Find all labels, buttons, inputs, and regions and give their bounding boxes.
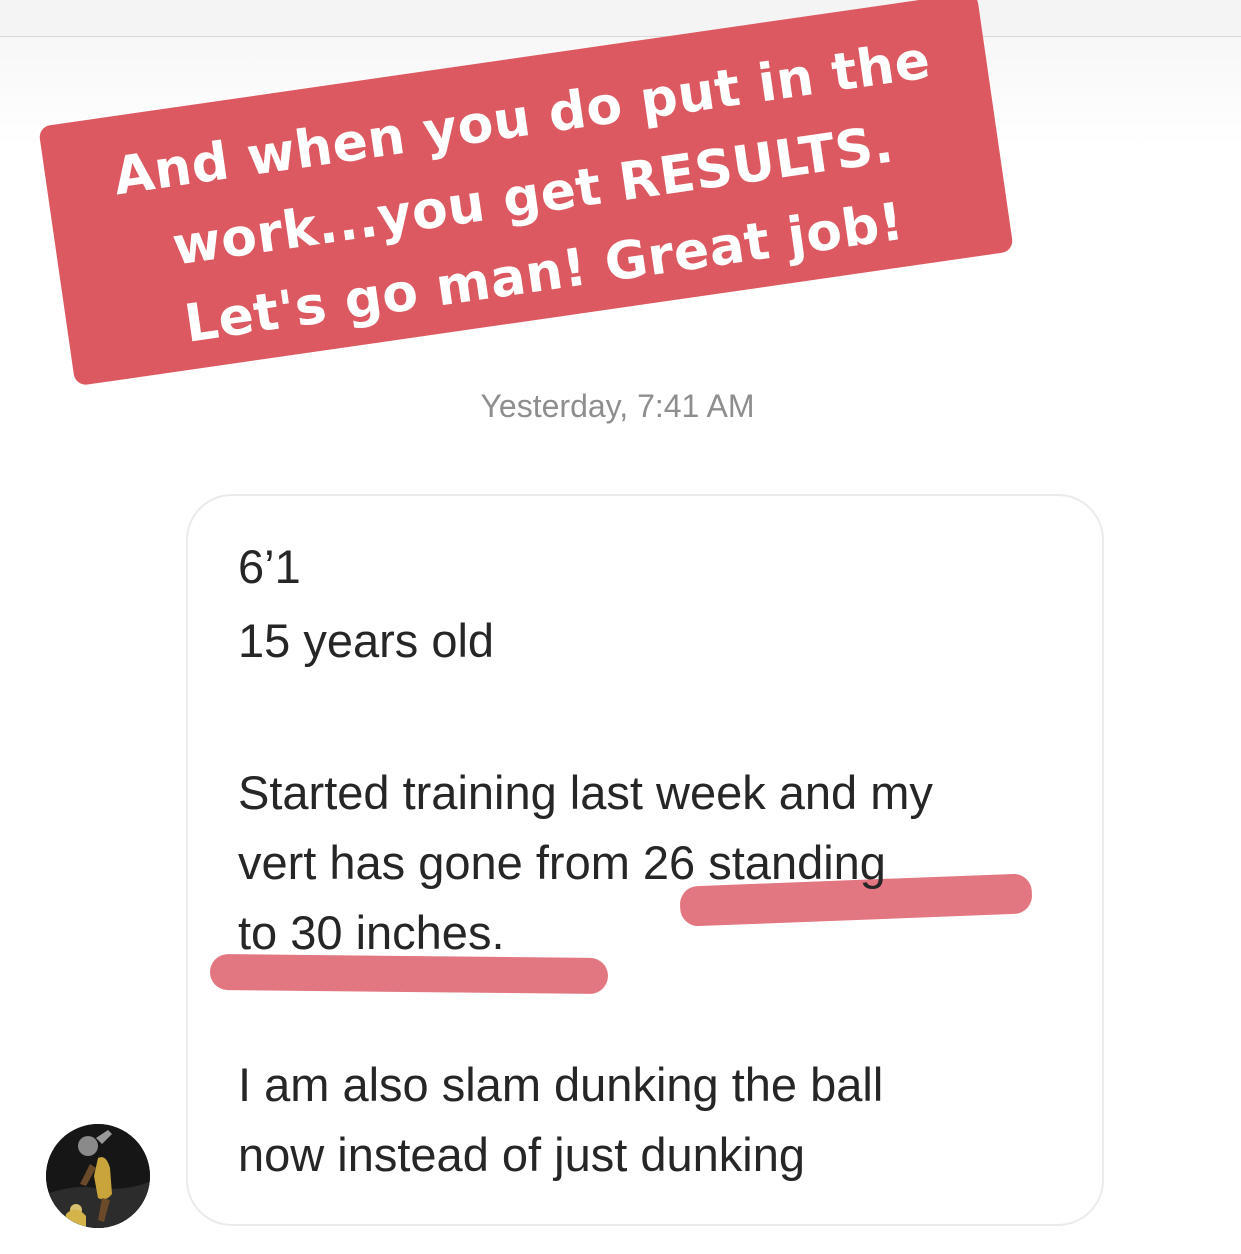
message-dunk-line-2: now instead of just dunking [238, 1128, 805, 1181]
message-training-line-1: Started training last week and my [238, 766, 933, 819]
basketball-player-avatar-icon[interactable] [46, 1124, 150, 1228]
timestamp-text: Yesterday, 7:41 AM [480, 388, 755, 424]
message-training-line-3: to 30 inches. [238, 906, 505, 959]
avatar-image [46, 1124, 150, 1228]
direct-message-screen: And when you do put in the work...you ge… [0, 0, 1241, 1254]
message-training-line-2: vert has gone from 26 standing [238, 836, 886, 889]
message-timestamp: Yesterday, 7:41 AM [0, 388, 1241, 425]
message-dunk-line-1: I am also slam dunking the ball [238, 1058, 884, 1111]
message-height: 6’1 [238, 540, 301, 593]
top-bar [0, 0, 1241, 37]
message-age: 15 years old [238, 614, 495, 667]
